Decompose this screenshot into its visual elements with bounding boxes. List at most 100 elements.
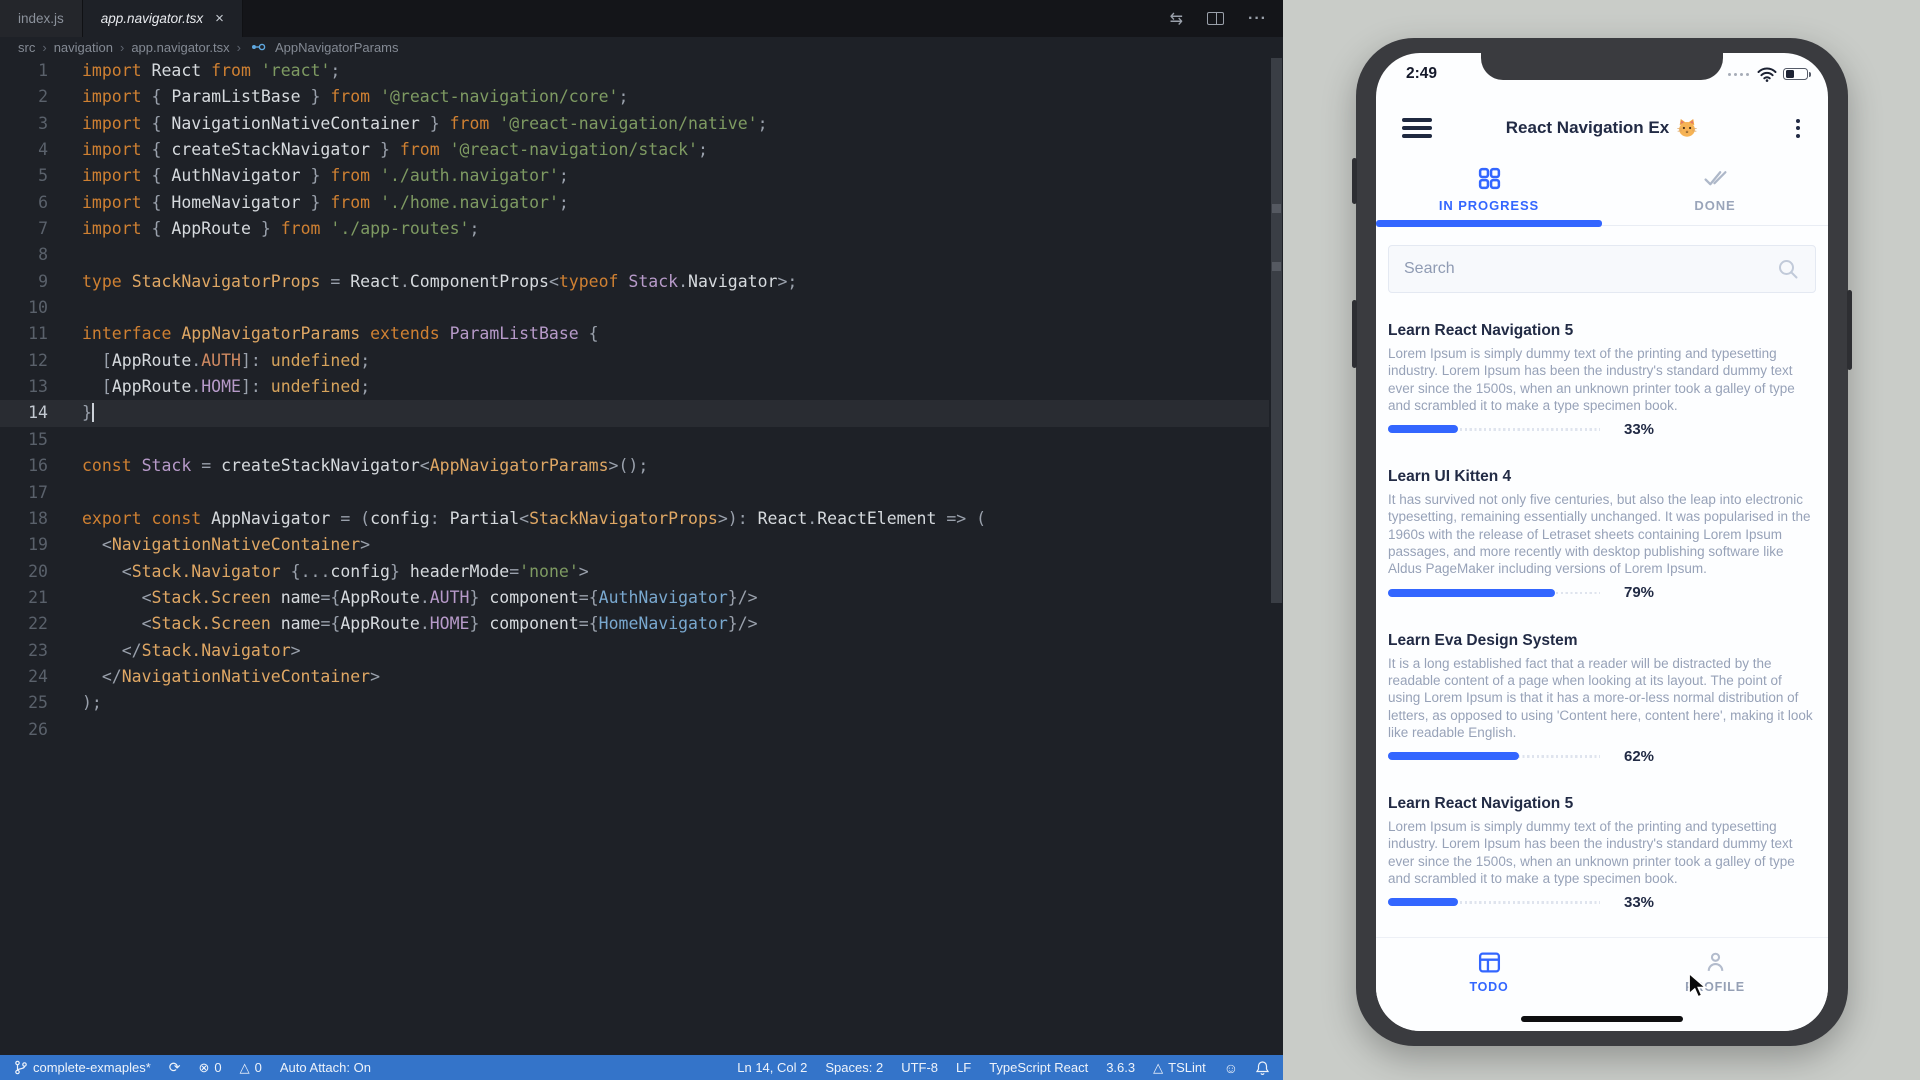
line-number: 19 [0,532,48,558]
code-line[interactable]: 26 [0,717,1269,743]
status-bar-item[interactable]: Auto Attach: On [280,1060,371,1075]
breadcrumb-item[interactable]: src [18,40,35,55]
status-bar-item[interactable]: ⟳ [169,1059,181,1076]
tab-index-js[interactable]: index.js [0,0,83,37]
task-card[interactable]: Learn UI Kitten 4It has survived not onl… [1388,451,1816,614]
compare-changes-icon[interactable]: ⇆ [1170,9,1183,29]
line-number: 24 [0,664,48,690]
task-description: It is a long established fact that a rea… [1388,655,1816,741]
split-editor-icon[interactable] [1207,12,1224,25]
code-line[interactable]: 23 </Stack.Navigator> [0,638,1269,664]
status-bar-label: TSLint [1168,1060,1206,1075]
status-bar-item[interactable]: TypeScript React [989,1060,1088,1075]
menu-icon[interactable] [1402,118,1432,137]
code-line[interactable]: 13 [AppRoute.HOME]: undefined; [0,374,1269,400]
line-number: 7 [0,216,48,242]
code-line[interactable]: 12 [AppRoute.AUTH]: undefined; [0,348,1269,374]
line-number: 9 [0,269,48,295]
progress-percent: 62% [1624,748,1654,765]
status-bar-item[interactable]: 3.6.3 [1106,1060,1135,1075]
line-number: 17 [0,480,48,506]
more-actions-icon[interactable]: ··· [1248,10,1267,28]
silent-switch-button[interactable] [1352,158,1357,204]
status-bar-item[interactable]: ☺ [1224,1060,1238,1076]
task-card[interactable]: Learn React Navigation 5 Lorem Ipsum is s… [1388,305,1816,451]
code-line[interactable]: 1import React from 'react'; [0,58,1269,84]
status-time: 2:49 [1406,65,1437,83]
code-line[interactable]: 17 [0,480,1269,506]
code-line[interactable]: 9type StackNavigatorProps = React.Compon… [0,269,1269,295]
status-bar-item[interactable]: complete-exmaples* [14,1060,151,1075]
status-bar-item[interactable]: Spaces: 2 [825,1060,883,1075]
code-line[interactable]: 8 [0,242,1269,268]
mouse-cursor [1686,972,1710,1000]
status-bar-item[interactable]: ⊗0 [199,1060,222,1076]
more-vertical-icon[interactable] [1792,115,1804,142]
code-line[interactable]: 6import { HomeNavigator } from './home.n… [0,190,1269,216]
task-list[interactable]: Learn React Navigation 5 Lorem Ipsum is s… [1388,305,1816,937]
status-bar-item[interactable]: △TSLint [1153,1060,1206,1076]
layout-icon [1477,950,1502,975]
code-line[interactable]: 22 <Stack.Screen name={AppRoute.HOME} co… [0,611,1269,637]
status-bar: complete-exmaples* ⟳ ⊗0 △0 Auto Attach: On L… [0,1055,1283,1080]
status-bar-label: 3.6.3 [1106,1060,1135,1075]
code-line[interactable]: 15 [0,427,1269,453]
active-tab-indicator [1376,220,1602,227]
task-progress: 79% [1388,586,1816,600]
code-line[interactable]: 21 <Stack.Screen name={AppRoute.AUTH} co… [0,585,1269,611]
editor-scrollbar[interactable] [1271,58,1282,603]
task-description: It has survived not only five centuries,… [1388,491,1816,577]
warning-icon: △ [240,1060,250,1076]
line-number: 11 [0,321,48,347]
grid-icon [1477,166,1502,191]
volume-button[interactable] [1352,300,1357,368]
code-line[interactable]: 5import { AuthNavigator } from './auth.n… [0,163,1269,189]
code-line[interactable]: 24 </NavigationNativeContainer> [0,664,1269,690]
code-lines[interactable]: 1import React from 'react';2import { Par… [0,58,1269,743]
progress-bar [1388,425,1600,433]
code-line[interactable]: 4import { createStackNavigator } from '@… [0,137,1269,163]
task-description: Lorem Ipsum is simply dummy text of the … [1388,345,1816,414]
status-bar-item[interactable]: Ln 14, Col 2 [737,1060,807,1075]
code-line[interactable]: 3import { NavigationNativeContainer } fr… [0,111,1269,137]
code-line[interactable]: 14} [0,400,1269,426]
status-bar-item[interactable]: UTF-8 [901,1060,938,1075]
power-button[interactable] [1847,290,1852,370]
tab-app-navigator-tsx[interactable]: app.navigator.tsx × [83,0,243,37]
code-line[interactable]: 25); [0,690,1269,716]
progress-bar [1388,898,1600,906]
task-card[interactable]: Learn React Navigation 5Lorem Ipsum is s… [1388,778,1816,924]
top-tab-bar: IN PROGRESS DONE [1376,161,1828,227]
close-tab-icon[interactable]: × [215,10,224,27]
task-progress: 33% [1388,895,1816,909]
breadcrumb-symbol[interactable]: AppNavigatorParams [275,40,399,55]
code-line[interactable]: 20 <Stack.Navigator {...config} headerMo… [0,559,1269,585]
home-indicator[interactable] [1521,1016,1683,1022]
status-bar-label: UTF-8 [901,1060,938,1075]
progress-bar [1388,752,1600,760]
status-bar-item[interactable]: △0 [240,1060,262,1076]
code-line[interactable]: 2import { ParamListBase } from '@react-n… [0,84,1269,110]
search-input[interactable]: Search [1388,245,1816,293]
status-bar-item[interactable] [1256,1061,1269,1075]
line-number: 6 [0,190,48,216]
tab-in-progress[interactable]: IN PROGRESS [1376,161,1602,227]
code-line[interactable]: 7import { AppRoute } from './app-routes'… [0,216,1269,242]
tab-done[interactable]: DONE [1602,161,1828,227]
code-line[interactable]: 16const Stack = createStackNavigator<App… [0,453,1269,479]
code-line[interactable]: 10 [0,295,1269,321]
code-line[interactable]: 19 <NavigationNativeContainer> [0,532,1269,558]
breadcrumb-item[interactable]: app.navigator.tsx [131,40,229,55]
breadcrumb-item[interactable]: navigation [54,40,113,55]
task-card[interactable]: Learn Eva Design SystemIt is a long esta… [1388,615,1816,778]
progress-percent: 33% [1624,894,1654,911]
line-number: 26 [0,717,48,743]
status-bar-item[interactable]: LF [956,1060,971,1075]
line-number: 4 [0,137,48,163]
breadcrumb[interactable]: src› navigation› app.navigator.tsx› AppN… [0,37,1283,58]
code-line[interactable]: 11interface AppNavigatorParams extends P… [0,321,1269,347]
code-line[interactable]: 18export const AppNavigator = (config: P… [0,506,1269,532]
task-title: Learn React Navigation 5 [1388,320,1816,341]
battery-icon [1783,68,1808,81]
line-number: 23 [0,638,48,664]
